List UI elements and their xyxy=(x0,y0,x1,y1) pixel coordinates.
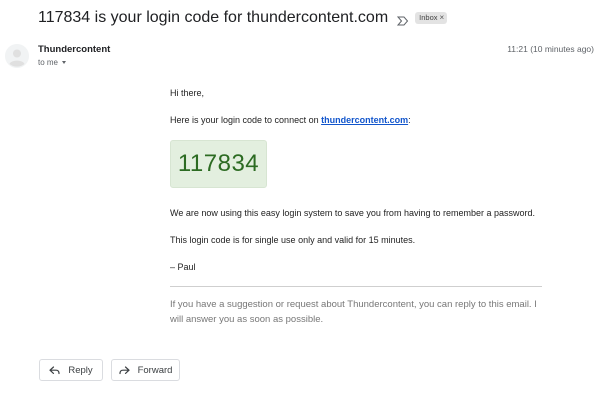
inbox-label-text: Inbox xyxy=(419,13,438,22)
inbox-label-chip[interactable]: Inbox × xyxy=(415,12,448,24)
login-code: 117834 xyxy=(177,150,260,177)
email-subject: 117834 is your login code for thundercon… xyxy=(38,9,389,26)
reply-button[interactable]: Reply xyxy=(39,359,103,381)
forward-button[interactable]: Forward xyxy=(111,359,180,381)
recipient-details-toggle[interactable]: to me xyxy=(38,58,67,67)
signature: – Paul xyxy=(170,262,196,272)
chevron-down-icon xyxy=(62,61,67,64)
email-timestamp: 11:21 (10 minutes ago) xyxy=(507,44,594,54)
intro-prefix: Here is your login code to connect on xyxy=(170,115,322,125)
body-line-password: We are now using this easy login system … xyxy=(170,208,536,218)
forward-arrow-icon xyxy=(118,365,130,374)
remove-label-icon[interactable]: × xyxy=(440,13,445,23)
reply-label: Reply xyxy=(68,364,93,376)
greeting-text: Hi there, xyxy=(170,88,205,98)
intro-suffix: : xyxy=(408,115,411,125)
sender-name[interactable]: Thundercontent xyxy=(38,44,110,55)
default-avatar-icon[interactable] xyxy=(5,44,29,68)
forward-label: Forward xyxy=(137,364,173,376)
website-link[interactable]: thundercontent.com xyxy=(321,115,408,125)
importance-marker-icon[interactable] xyxy=(397,13,409,26)
intro-line: Here is your login code to connect on th… xyxy=(170,115,411,125)
login-code-box: 117834 xyxy=(170,140,267,188)
subject-row: 117834 is your login code for thundercon… xyxy=(38,6,448,30)
reply-arrow-icon xyxy=(49,365,60,374)
recipient-text: to me xyxy=(38,58,59,67)
footer-divider xyxy=(170,286,542,287)
body-line-validity: This login code is for single use only a… xyxy=(170,235,416,245)
email-view: 117834 is your login code for thundercon… xyxy=(0,0,600,400)
footer-note: If you have a suggestion or request abou… xyxy=(170,299,537,325)
